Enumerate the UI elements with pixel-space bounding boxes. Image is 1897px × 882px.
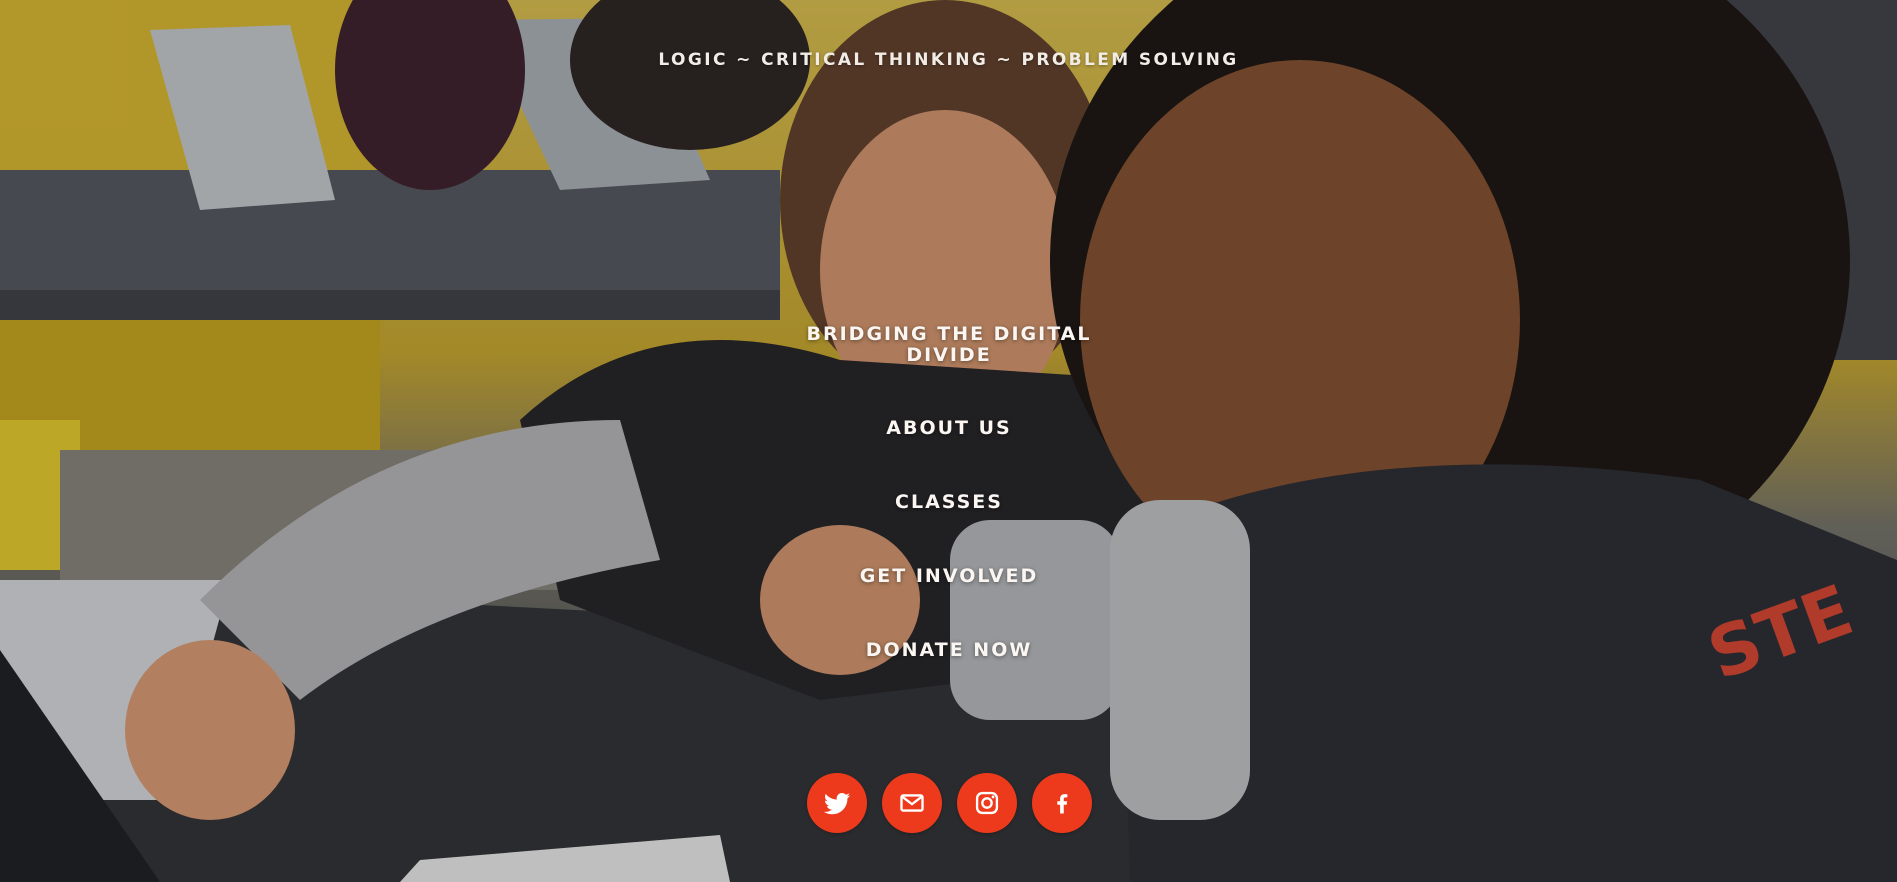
nav-link-bridging-line-2: DIVIDE: [906, 344, 992, 366]
facebook-icon: [1057, 794, 1068, 814]
nav-link-classes[interactable]: CLASSES: [798, 492, 1100, 513]
facebook-button[interactable]: [1032, 773, 1092, 833]
nav-link-get-involved[interactable]: GET INVOLVED: [798, 566, 1100, 587]
twitter-button[interactable]: [807, 773, 867, 833]
nav-link-donate-now[interactable]: DONATE NOW: [798, 640, 1100, 661]
email-button[interactable]: [882, 773, 942, 833]
instagram-button[interactable]: [957, 773, 1017, 833]
nav-link-bridging-the-digital-divide[interactable]: BRIDGING THE DIGITAL DIVIDE: [798, 324, 1100, 366]
social-links: [807, 773, 1092, 833]
nav-link-bridging-line-1: BRIDGING THE DIGITAL: [806, 323, 1092, 345]
photo-overlay: [0, 0, 1897, 882]
email-icon: [900, 794, 924, 812]
twitter-icon: [823, 793, 851, 815]
instagram-icon: [975, 791, 999, 815]
site-tagline: LOGIC ~ CRITICAL THINKING ~ PROBLEM SOLV…: [658, 50, 1239, 70]
nav-link-about-us[interactable]: ABOUT US: [798, 418, 1100, 439]
